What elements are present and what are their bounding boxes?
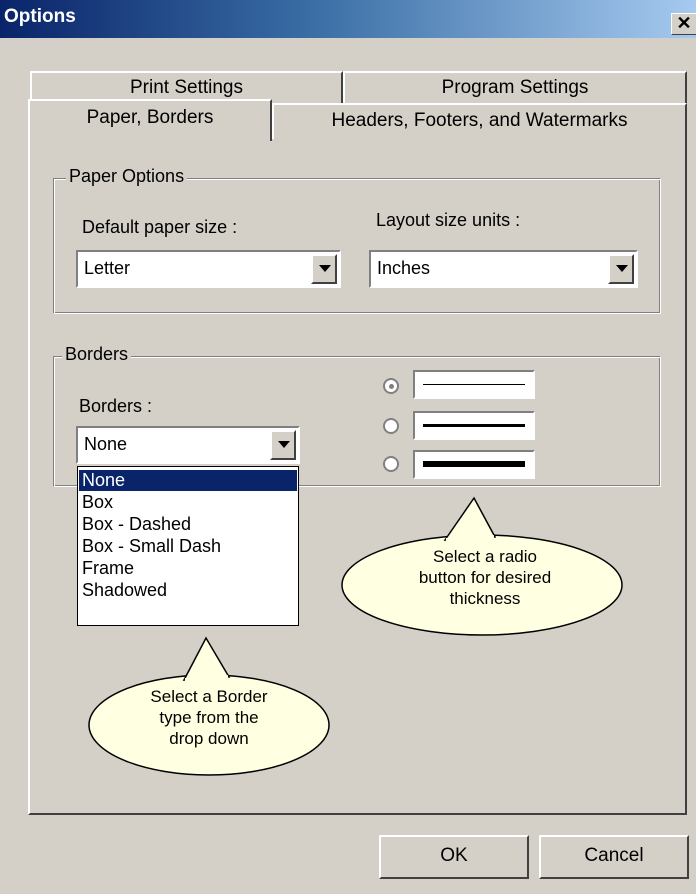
window-title: Options <box>4 6 76 27</box>
borders-value: None <box>84 434 128 454</box>
borders-dropdown-list[interactable]: None Box Box - Dashed Box - Small Dash F… <box>77 466 299 626</box>
list-item[interactable]: None <box>79 470 297 491</box>
callout-line: button for desired <box>418 568 552 587</box>
paper-options-group <box>53 178 661 314</box>
paper-size-value: Letter <box>84 258 131 278</box>
layout-units-label: Layout size units : <box>376 210 521 230</box>
list-item[interactable]: Box - Dashed <box>79 514 297 535</box>
paper-size-select[interactable]: Letter <box>76 250 341 288</box>
border-callout-text: Select a Border type from the drop down <box>109 686 309 749</box>
tab-label: Program Settings <box>441 77 589 98</box>
thickness-thick-radio[interactable] <box>383 456 399 472</box>
tab-label: Headers, Footers, and Watermarks <box>331 110 628 131</box>
thin-line-icon <box>413 370 535 399</box>
thick-line-icon <box>413 450 535 479</box>
list-item[interactable]: Box <box>79 492 297 513</box>
cancel-button[interactable]: Cancel <box>539 835 689 879</box>
layout-units-select[interactable]: Inches <box>369 250 638 288</box>
list-item[interactable]: Box - Small Dash <box>79 536 297 557</box>
borders-legend: Borders <box>62 344 132 365</box>
medium-line-icon <box>413 411 535 440</box>
close-icon[interactable]: ✕ <box>671 13 696 35</box>
tab-label: Paper, Borders <box>86 107 214 128</box>
radio-callout-text: Select a radio button for desired thickn… <box>375 546 595 609</box>
thickness-medium-radio[interactable] <box>383 418 399 434</box>
title-bar[interactable] <box>0 0 696 38</box>
borders-select[interactable]: None <box>76 426 300 464</box>
callout-line: Select a radio <box>433 547 537 566</box>
tab-label: Print Settings <box>130 77 243 98</box>
borders-label: Borders : <box>79 396 153 416</box>
list-item[interactable]: Frame <box>79 558 297 579</box>
chevron-down-icon[interactable] <box>608 254 634 284</box>
tab-program-settings[interactable]: Program Settings <box>343 71 687 103</box>
default-paper-label: Default paper size : <box>82 217 238 237</box>
chevron-down-icon[interactable] <box>270 430 296 460</box>
tab-headers-footers-watermarks[interactable]: Headers, Footers, and Watermarks <box>272 103 687 139</box>
ok-button[interactable]: OK <box>379 835 529 879</box>
layout-units-value: Inches <box>377 258 431 278</box>
callout-line: type from the <box>159 708 259 727</box>
callout-line: drop down <box>169 729 249 748</box>
list-item[interactable]: Shadowed <box>79 580 297 601</box>
tab-paper-borders[interactable]: Paper, Borders <box>28 99 272 141</box>
callout-line: Select a Border <box>150 687 268 706</box>
thickness-thin-radio[interactable] <box>383 378 399 394</box>
chevron-down-icon[interactable] <box>311 254 337 284</box>
callout-line: thickness <box>449 589 521 608</box>
paper-options-legend: Paper Options <box>66 166 188 187</box>
